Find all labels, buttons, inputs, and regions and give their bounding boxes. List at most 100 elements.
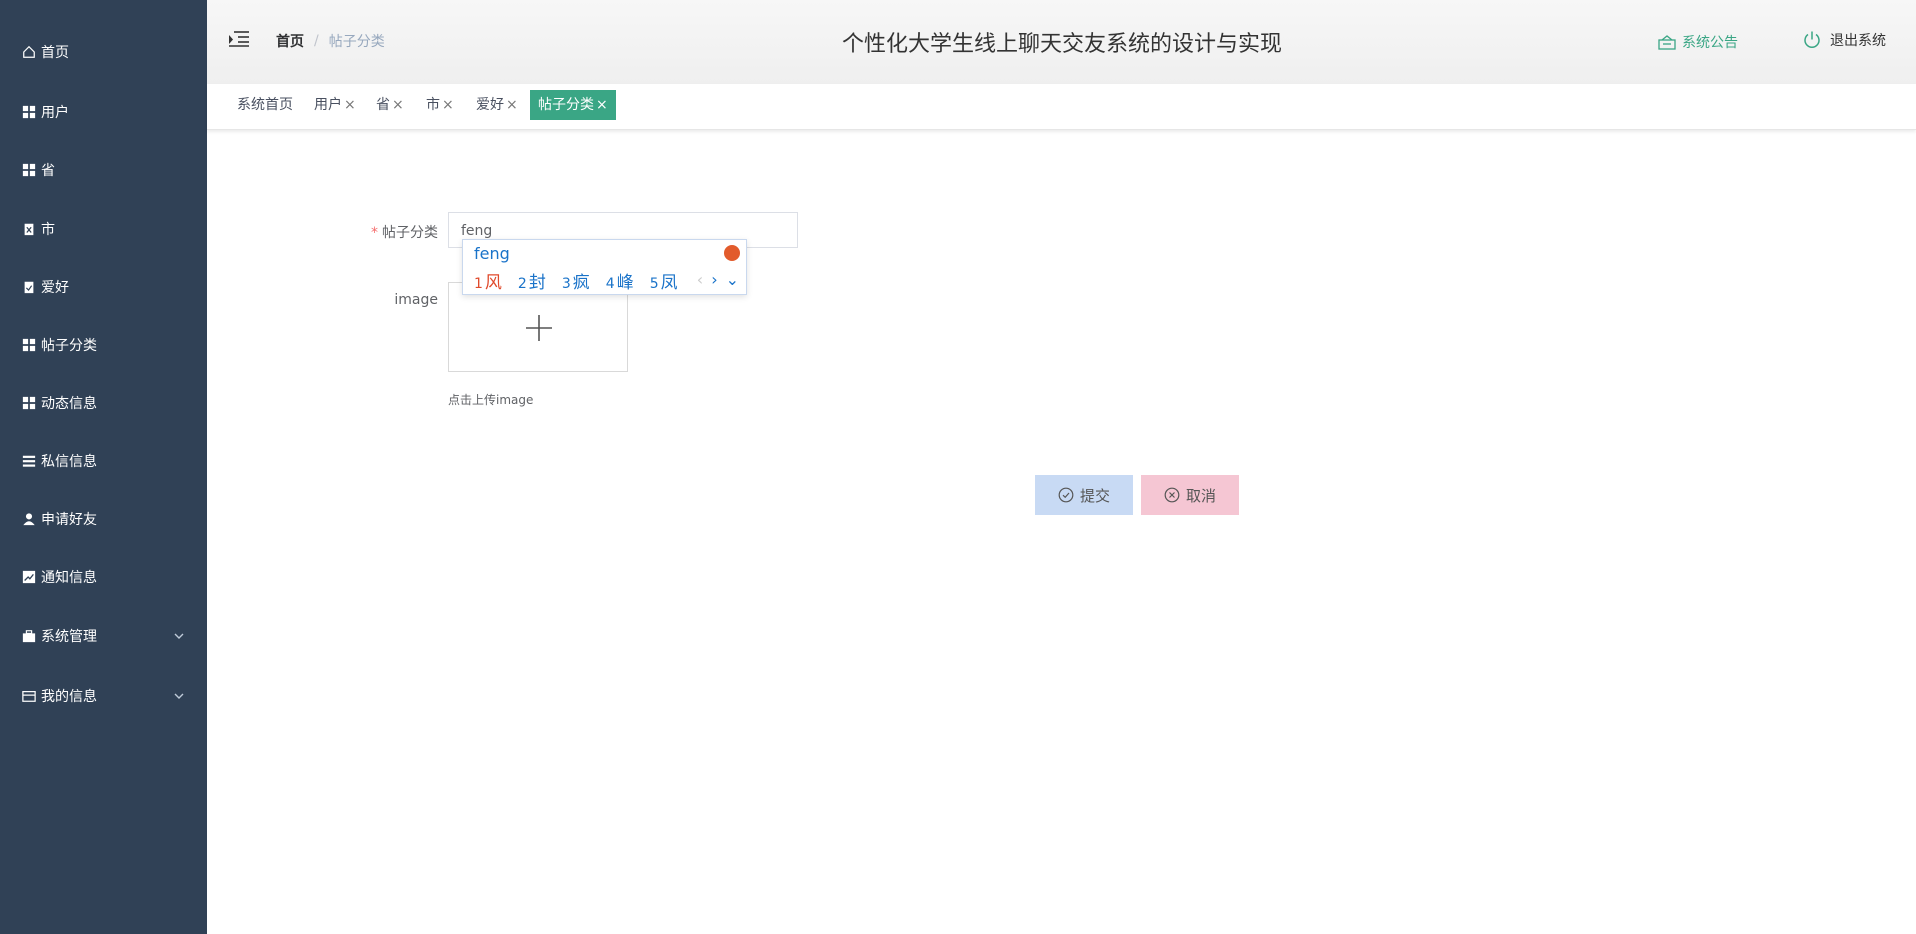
wallet-icon: [21, 688, 37, 704]
sidebar-item-hobby[interactable]: 爱好: [0, 265, 207, 309]
check-circle-icon: [1058, 487, 1074, 503]
candidate-number: 1: [474, 276, 483, 292]
notice-label: 系统公告: [1682, 35, 1738, 51]
grid-icon: [21, 162, 37, 178]
sidebar-item-posts[interactable]: 动态信息: [0, 381, 207, 425]
tag-label: 爱好: [476, 97, 504, 113]
cancel-button[interactable]: 取消: [1141, 475, 1239, 515]
required-mark: *: [371, 225, 378, 241]
sidebar-item-label: 动态信息: [41, 396, 97, 412]
grid-icon: [21, 337, 37, 353]
clipboard-icon: [21, 221, 37, 237]
sidebar-item-label: 市: [41, 222, 55, 238]
candidate-text: 疯: [572, 273, 590, 293]
sidebar-item-label: 爱好: [41, 280, 69, 296]
grid-icon: [21, 395, 37, 411]
next-page-icon[interactable]: ›: [711, 270, 717, 289]
ime-candidate-window: feng 1风 2封 3疯 4峰 5凤 ‹ › ⌄: [462, 239, 747, 295]
submit-label: 提交: [1079, 486, 1110, 505]
close-icon[interactable]: ×: [442, 97, 454, 113]
close-icon[interactable]: ×: [344, 97, 356, 113]
upload-hint: 点击上传image: [448, 393, 534, 407]
candidate-text: 封: [528, 273, 546, 293]
cancel-label: 取消: [1185, 486, 1216, 505]
user-icon: [21, 511, 37, 527]
ime-candidate-list: 1风 2封 3疯 4峰 5凤: [474, 268, 678, 293]
sidebar-item-messages[interactable]: 私信信息: [0, 439, 207, 483]
list-icon: [21, 453, 37, 469]
tag-hobby[interactable]: 爱好 ×: [472, 90, 522, 120]
tags-view: 系统首页 用户 × 省 × 市 × 爱好 × 帖子分类 ×: [207, 84, 1916, 130]
notice-icon: [1658, 35, 1676, 50]
top-header: 首页 / 帖子分类 个性化大学生线上聊天交友系统的设计与实现 系统公告 退出系统: [207, 0, 1916, 84]
ime-candidate[interactable]: 5凤: [650, 268, 678, 293]
candidate-number: 5: [649, 276, 659, 292]
tag-users[interactable]: 用户 ×: [310, 90, 360, 120]
sidebar-item-label: 帖子分类: [41, 338, 97, 354]
tag-label: 省: [376, 97, 390, 113]
sidebar-item-label: 我的信息: [41, 689, 97, 705]
plus-icon: [526, 315, 552, 341]
category-label-text: 帖子分类: [382, 225, 438, 241]
prev-page-icon[interactable]: ‹: [697, 270, 703, 289]
close-icon[interactable]: ×: [392, 97, 404, 113]
sidebar-item-label: 首页: [41, 45, 69, 61]
candidate-number: 3: [561, 276, 571, 292]
close-icon[interactable]: ×: [596, 97, 608, 113]
sidebar-item-system-management[interactable]: 系统管理: [0, 614, 207, 658]
home-icon: [21, 44, 37, 60]
image-label: image: [394, 292, 438, 308]
sidebar-item-users[interactable]: 用户: [0, 90, 207, 134]
tag-label: 用户: [314, 97, 342, 113]
sidebar-item-post-category[interactable]: 帖子分类: [0, 323, 207, 367]
logout-button[interactable]: 退出系统: [1802, 30, 1886, 50]
chevron-down-icon: [174, 633, 184, 639]
clipboard-check-icon: [21, 279, 37, 295]
tag-city[interactable]: 市 ×: [422, 90, 458, 120]
ime-candidate[interactable]: 3疯: [562, 268, 590, 293]
power-icon: [1804, 31, 1820, 48]
tag-home[interactable]: 系统首页: [233, 90, 297, 120]
submit-button[interactable]: 提交: [1035, 475, 1133, 515]
tag-label: 帖子分类: [538, 97, 594, 113]
expand-icon[interactable]: ⌄: [726, 270, 739, 289]
category-label: * 帖子分类: [360, 222, 438, 242]
candidate-text: 凤: [660, 273, 678, 293]
ime-composition: feng: [474, 244, 510, 263]
system-notice-button[interactable]: 系统公告: [1658, 32, 1738, 52]
candidate-number: 4: [605, 276, 615, 292]
candidate-text: 风: [484, 273, 502, 293]
tag-label: 系统首页: [237, 97, 293, 113]
close-icon[interactable]: ×: [506, 97, 518, 113]
sidebar-item-city[interactable]: 市: [0, 207, 207, 251]
ime-candidate[interactable]: 2封: [518, 268, 546, 293]
ime-candidate[interactable]: 4峰: [606, 268, 634, 293]
sidebar-item-my-info[interactable]: 我的信息: [0, 674, 207, 718]
tag-post-category[interactable]: 帖子分类 ×: [530, 90, 616, 120]
sidebar-item-label: 系统管理: [41, 629, 97, 645]
chevron-down-icon: [174, 693, 184, 699]
sidebar-item-label: 申请好友: [41, 512, 97, 528]
sidebar-item-label: 私信信息: [41, 454, 97, 470]
candidate-number: 2: [517, 276, 527, 292]
sidebar-item-notifications[interactable]: 通知信息: [0, 555, 207, 599]
chart-icon: [21, 569, 37, 585]
sidebar-item-label: 通知信息: [41, 570, 97, 586]
grid-icon: [21, 104, 37, 120]
briefcase-icon: [21, 628, 37, 644]
ime-page-controls: ‹ › ⌄: [697, 270, 739, 289]
sidebar: 首页 用户 省 市 爱好 帖子分类 动态信息 私信信息 申请好友 通知信息 系统…: [0, 0, 207, 934]
image-upload-area[interactable]: [448, 282, 628, 372]
sidebar-item-label: 用户: [41, 105, 69, 121]
ime-logo-icon: [724, 245, 740, 261]
sidebar-item-label: 省: [41, 163, 55, 179]
sidebar-item-home[interactable]: 首页: [0, 30, 207, 74]
tag-province[interactable]: 省 ×: [372, 90, 408, 120]
tag-label: 市: [426, 97, 440, 113]
sidebar-item-friend-request[interactable]: 申请好友: [0, 497, 207, 541]
ime-candidate[interactable]: 1风: [474, 268, 502, 293]
logout-label: 退出系统: [1830, 33, 1886, 49]
candidate-text: 峰: [616, 273, 634, 293]
sidebar-item-province[interactable]: 省: [0, 148, 207, 192]
close-circle-icon: [1164, 487, 1180, 503]
